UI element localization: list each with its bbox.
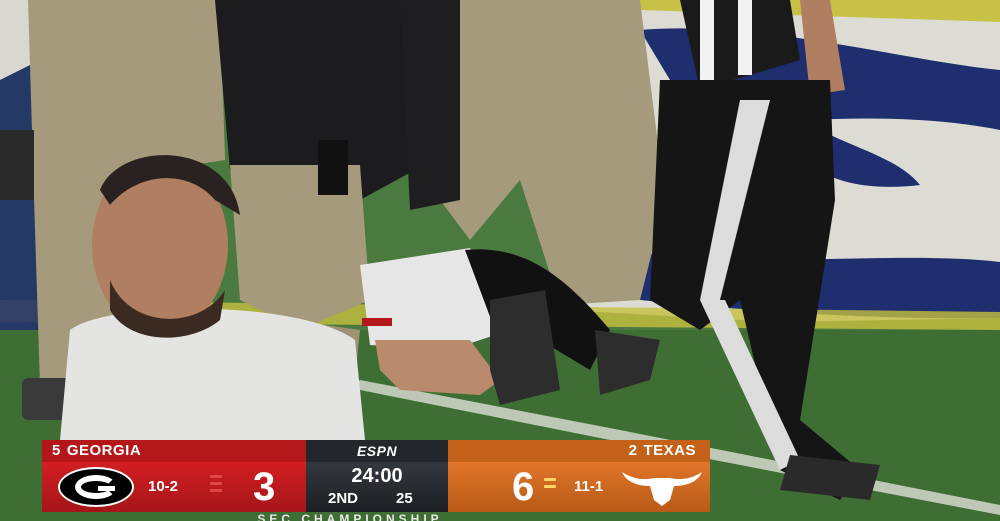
quarter-indicator: 2ND	[328, 490, 359, 507]
scorebug: 5 GEORGIA ESPN 2 TEXAS 10-2 3 24:00 2ND 25…	[42, 440, 710, 512]
away-timeouts-indicator	[544, 478, 556, 492]
away-team-name: TEXAS	[643, 442, 696, 459]
home-timeouts-indicator	[210, 475, 222, 496]
longhorn-logo-icon	[622, 472, 702, 506]
away-team-rank: 2	[628, 442, 638, 459]
home-team-rank: 5	[52, 442, 61, 459]
home-team-record: 10-2	[148, 478, 179, 495]
georgia-g-logo-icon	[58, 467, 134, 507]
home-team-name: GEORGIA	[66, 442, 142, 459]
game-clock: 24:00	[351, 465, 403, 487]
home-team-strip: 5 GEORGIA	[42, 440, 306, 462]
home-team-score: 3	[253, 465, 276, 509]
away-team-panel: 6 11-1	[448, 462, 710, 512]
event-banner: SEC CHAMPIONSHIP	[257, 512, 443, 521]
game-clock-panel: 24:00 2ND 25	[306, 462, 448, 512]
away-team-score: 6	[512, 465, 535, 509]
home-team-panel: 10-2 3	[42, 462, 306, 512]
away-team-strip: 2 TEXAS	[448, 440, 710, 462]
away-team-record: 11-1	[574, 478, 604, 495]
play-clock: 25	[396, 490, 413, 507]
network-logo: ESPN	[306, 440, 448, 462]
